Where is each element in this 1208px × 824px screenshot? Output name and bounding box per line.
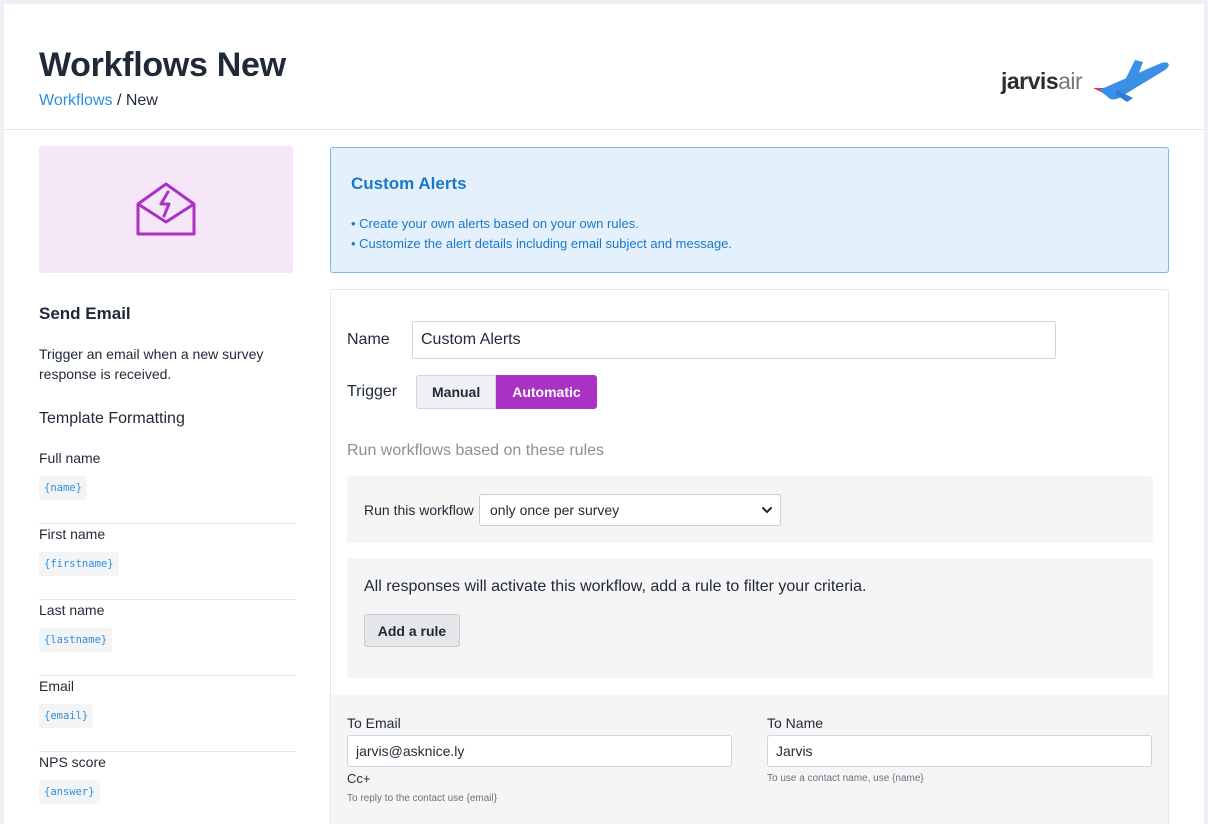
trigger-automatic-button[interactable]: Automatic bbox=[496, 375, 597, 409]
run-frequency-select[interactable]: only once per survey bbox=[479, 494, 781, 526]
run-frequency-box: Run this workflow only once per survey bbox=[347, 476, 1153, 543]
template-formatting-heading: Template Formatting bbox=[39, 410, 185, 427]
trigger-label: Trigger bbox=[347, 383, 398, 400]
template-label: Full name bbox=[39, 450, 101, 466]
breadcrumb-current: New bbox=[125, 92, 158, 109]
cc-toggle[interactable]: Cc+ bbox=[347, 771, 370, 786]
template-item: Email {email} bbox=[39, 676, 295, 752]
to-email-input[interactable] bbox=[347, 735, 732, 767]
send-email-hero-card bbox=[39, 146, 293, 273]
info-lines: • Create your own alerts based on your o… bbox=[351, 214, 732, 254]
template-label: First name bbox=[39, 526, 106, 542]
breadcrumb-link-workflows[interactable]: Workflows bbox=[39, 92, 113, 109]
template-code[interactable]: {lastname} bbox=[39, 628, 113, 652]
to-name-hint: To use a contact name, use {name} bbox=[767, 773, 924, 784]
email-bolt-icon bbox=[136, 182, 196, 236]
custom-alerts-info-box: Custom Alerts • Create your own alerts b… bbox=[330, 147, 1169, 273]
run-frequency-value: only once per survey bbox=[490, 502, 620, 518]
template-item: Full name {name} bbox=[39, 448, 295, 524]
breadcrumb: Workflows / New bbox=[39, 92, 158, 110]
trigger-toggle: Manual Automatic bbox=[416, 375, 597, 409]
run-frequency-label: Run this workflow bbox=[364, 502, 474, 518]
page-header: Workflows New Workflows / New jarvisair bbox=[4, 4, 1204, 130]
to-name-label: To Name bbox=[767, 715, 824, 731]
page-title: Workflows New bbox=[39, 46, 286, 84]
to-name-input[interactable] bbox=[767, 735, 1152, 767]
template-item: Last name {lastname} bbox=[39, 600, 295, 676]
sidebar-description: Trigger an email when a new survey respo… bbox=[39, 346, 264, 382]
template-code[interactable]: {name} bbox=[39, 476, 87, 500]
rules-description: All responses will activate this workflo… bbox=[364, 578, 867, 595]
template-code[interactable]: {firstname} bbox=[39, 552, 119, 576]
trigger-manual-button[interactable]: Manual bbox=[416, 375, 497, 409]
workflow-form: Name Trigger Manual Automatic Run workfl… bbox=[330, 289, 1169, 824]
airplane-icon bbox=[1093, 60, 1169, 102]
template-list: Full name {name} First name {firstname} … bbox=[39, 448, 295, 824]
template-label: Last name bbox=[39, 602, 105, 618]
email-recipient-section: To Email Cc+ To reply to the contact use… bbox=[331, 695, 1168, 824]
template-label: NPS score bbox=[39, 754, 106, 770]
logo-suffix: air bbox=[1058, 68, 1083, 94]
rules-box: All responses will activate this workflo… bbox=[347, 558, 1153, 678]
template-label: Email bbox=[39, 678, 75, 694]
template-code[interactable]: {answer} bbox=[39, 780, 100, 804]
info-title: Custom Alerts bbox=[351, 174, 467, 193]
logo-text: jarvisair bbox=[1001, 68, 1083, 95]
template-code[interactable]: {email} bbox=[39, 704, 94, 728]
to-email-label: To Email bbox=[347, 715, 401, 731]
info-line: • Create your own alerts based on your o… bbox=[351, 216, 639, 231]
cc-hint: To reply to the contact use {email} bbox=[347, 793, 498, 804]
jarvisair-logo: jarvisair bbox=[1001, 54, 1171, 106]
template-item: First name {firstname} bbox=[39, 524, 295, 600]
page-frame: Workflows New Workflows / New jarvisair … bbox=[4, 4, 1204, 824]
name-label: Name bbox=[347, 331, 390, 348]
info-line: • Customize the alert details including … bbox=[351, 236, 733, 251]
breadcrumb-separator: / bbox=[112, 92, 126, 109]
logo-brand: jarvis bbox=[1001, 68, 1059, 94]
chevron-down-icon bbox=[762, 507, 772, 513]
sidebar-title: Send Email bbox=[39, 304, 131, 323]
add-rule-button[interactable]: Add a rule bbox=[364, 614, 460, 647]
template-item: NPS score {answer} bbox=[39, 752, 295, 824]
name-input[interactable] bbox=[412, 321, 1056, 359]
rules-hint: Run workflows based on these rules bbox=[347, 442, 605, 459]
